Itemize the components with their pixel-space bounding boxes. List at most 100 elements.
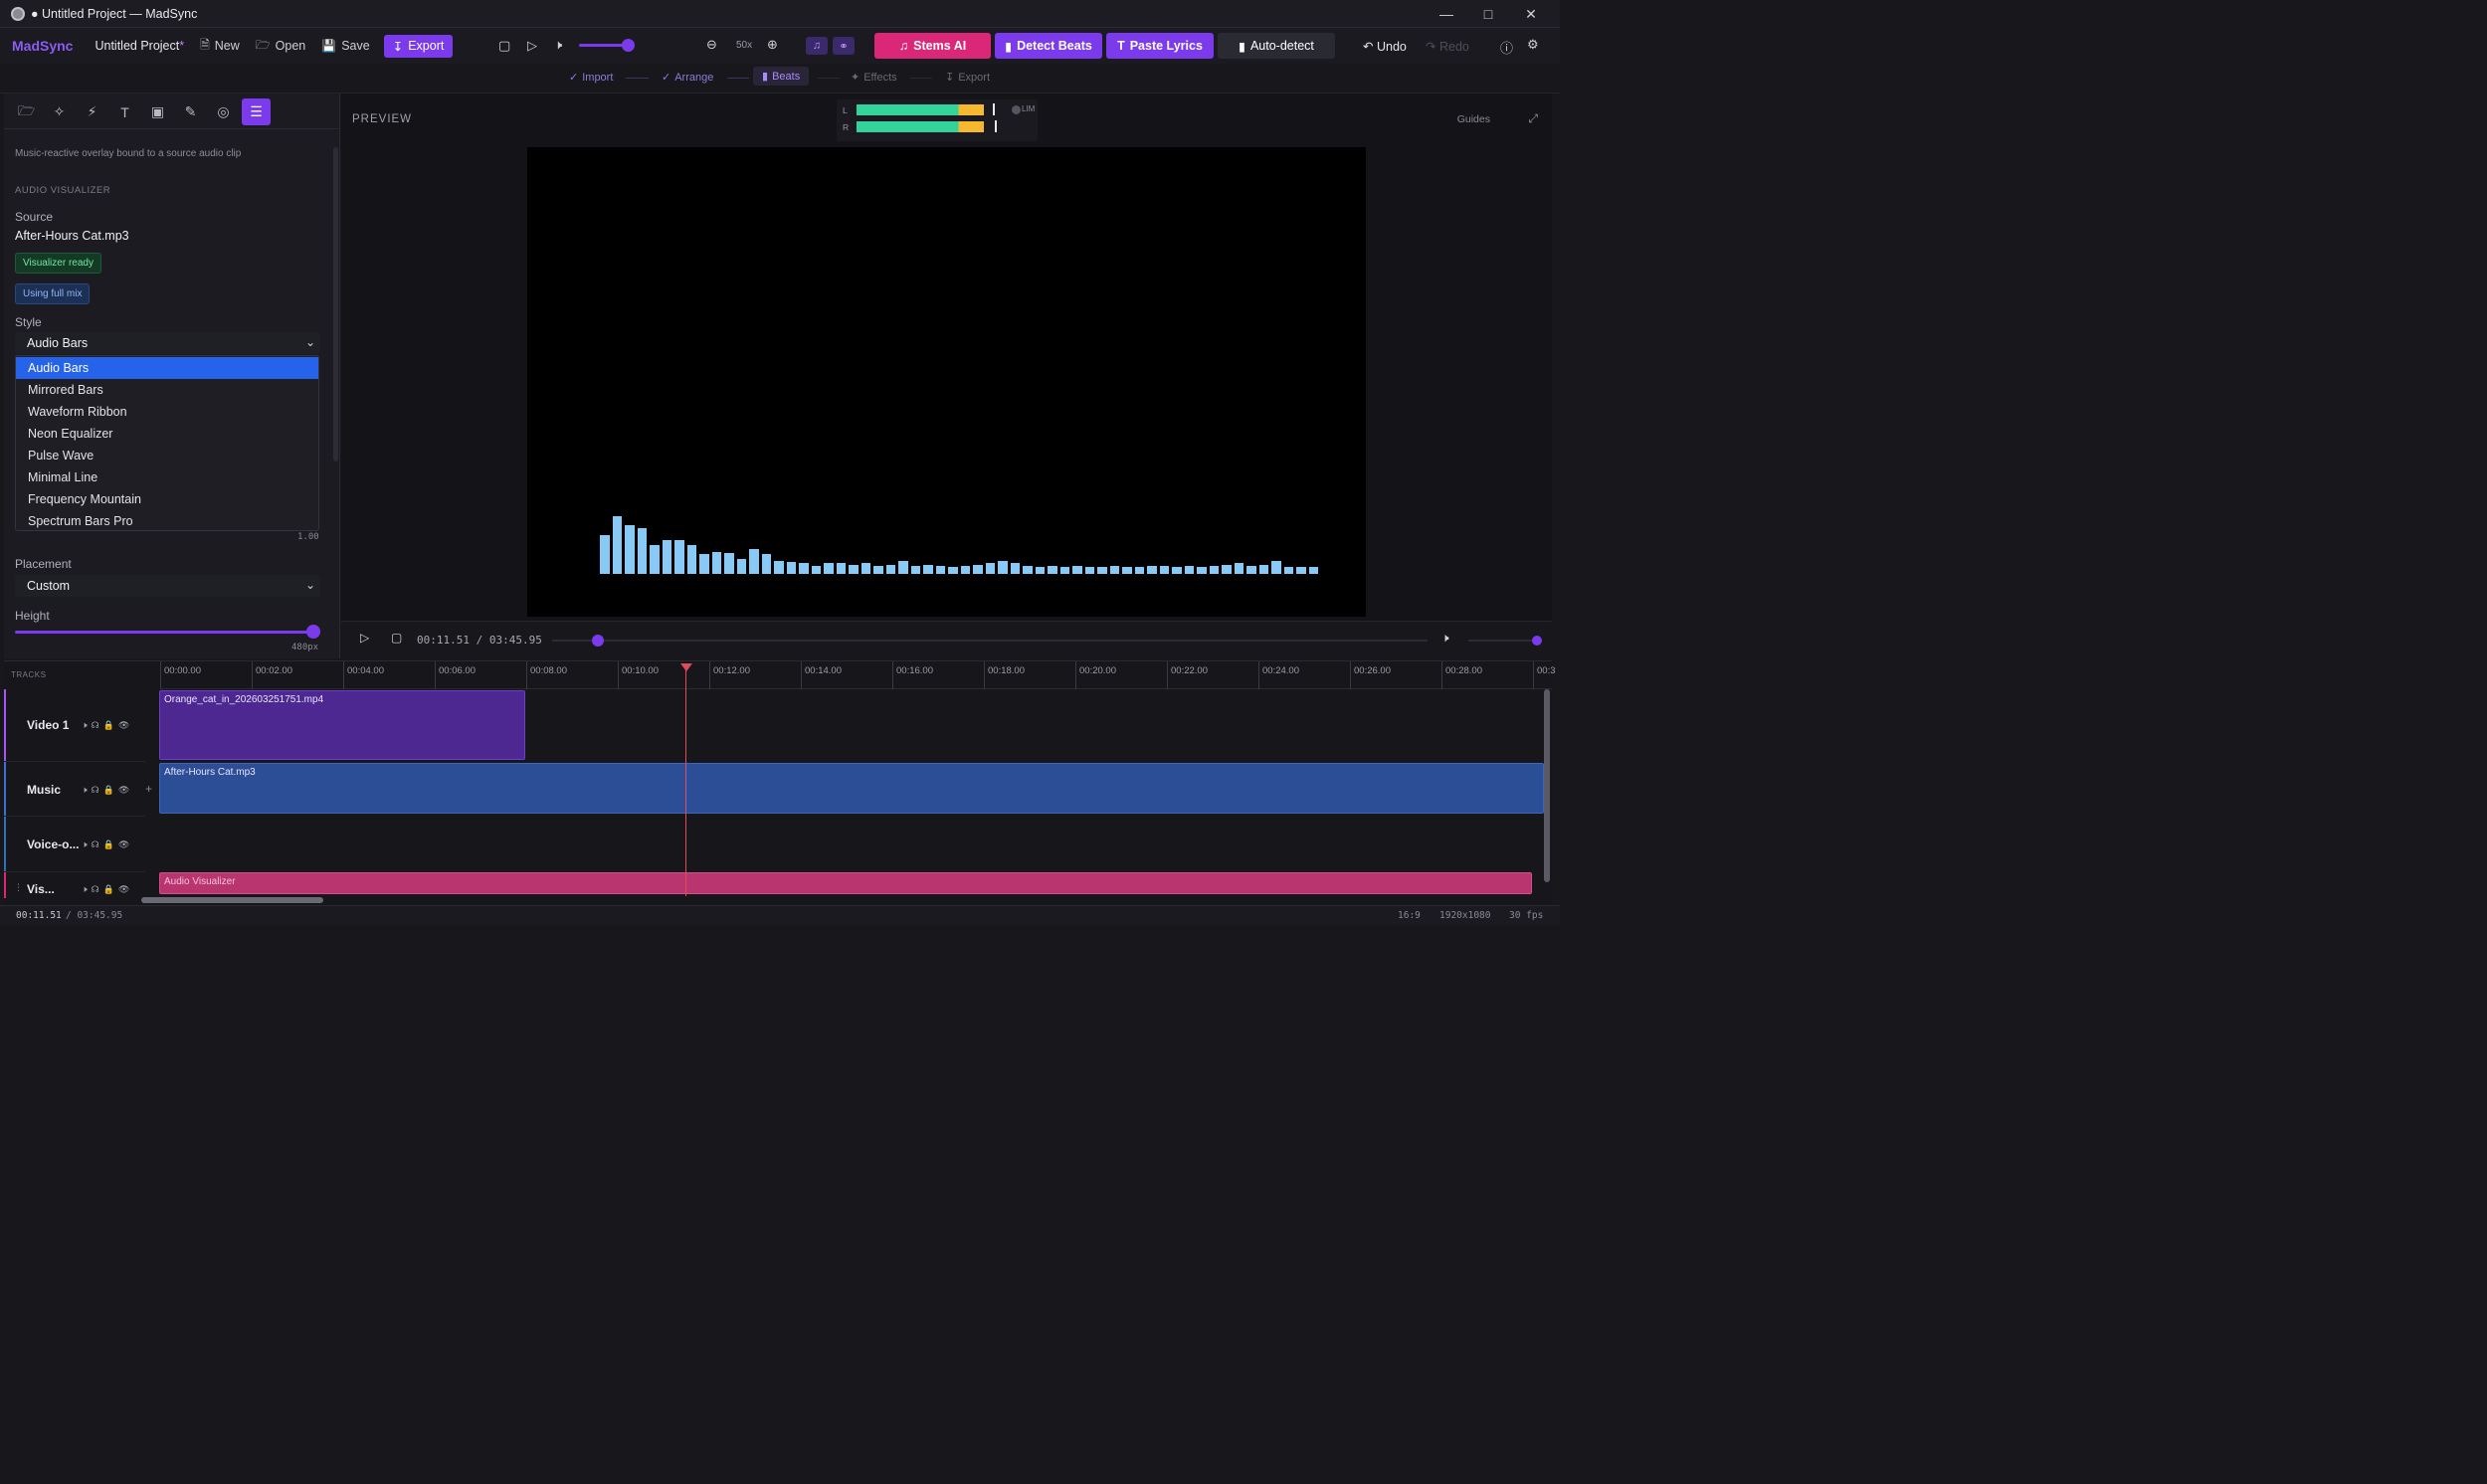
track-tools-icons[interactable]: 🕨☊🔒👁	[82, 884, 133, 895]
step-effects[interactable]: ✦ Effects	[851, 71, 897, 85]
brush-icon[interactable]: ✎	[176, 98, 205, 125]
meter-right-bar	[857, 121, 984, 132]
visualizer-bar	[1147, 566, 1157, 574]
target-icon[interactable]: ◎	[209, 98, 238, 125]
add-icon[interactable]: +	[145, 782, 152, 796]
track-tools-icons[interactable]: 🕨☊🔒👁	[82, 839, 133, 850]
ruler-tick: 00:06.00	[435, 661, 476, 689]
ruler-tick: 00:18.00	[984, 661, 1025, 689]
export-button[interactable]: ↧ Export	[383, 34, 454, 58]
visualizer-bar	[1159, 566, 1169, 574]
waveform-icon: ▮	[762, 71, 769, 83]
status-fps: 30 fps	[1509, 910, 1544, 921]
open-button[interactable]: 🗁 Open	[256, 36, 305, 57]
music-note-toggle-icon[interactable]: ♫	[806, 37, 828, 55]
master-volume-knob[interactable]	[622, 39, 635, 52]
style-option[interactable]: Audio Bars	[16, 357, 318, 379]
playback-scrubber[interactable]	[552, 640, 1428, 642]
style-option[interactable]: Frequency Mountain	[16, 488, 318, 510]
track-header-music[interactable]: Music 🕨☊🔒👁 +	[4, 762, 152, 817]
project-name[interactable]: Untitled Project*	[95, 39, 184, 53]
image-icon[interactable]: ▣	[143, 98, 172, 125]
volume-icon[interactable]: 🕨	[554, 37, 562, 53]
stems-ai-button[interactable]: ♫ Stems AI	[874, 33, 991, 59]
timeline-vertical-scrollbar[interactable]	[1544, 689, 1550, 882]
preview-volume-slider[interactable]	[1468, 640, 1538, 642]
style-option[interactable]: Mirrored Bars	[16, 379, 318, 401]
ruler-tick: 00:02.00	[252, 661, 292, 689]
volume-icon[interactable]: 🕨	[1441, 631, 1449, 646]
style-select[interactable]: Audio Bars ⌄	[15, 332, 320, 354]
lightning-icon[interactable]: ⚡	[78, 98, 106, 125]
zoom-in-icon[interactable]: ⊕	[767, 37, 778, 53]
track-header-voiceover[interactable]: Voice-o... 🕨☊🔒👁	[4, 817, 145, 872]
play-icon[interactable]: ▷	[527, 38, 537, 54]
status-total: / 03:45.95	[66, 910, 123, 921]
step-arrange[interactable]: ✓ Arrange	[662, 71, 713, 85]
settings-icon[interactable]: ⚙	[1527, 37, 1539, 53]
track-header-visualizer[interactable]: ⋮ Vis... 🕨☊🔒👁	[4, 872, 145, 898]
step-divider	[626, 78, 649, 79]
style-option[interactable]: Spectrum Bars Pro	[16, 510, 318, 530]
drag-handle-icon[interactable]: ⋮	[14, 882, 23, 893]
track-tools-icons[interactable]: 🕨☊🔒👁	[82, 785, 133, 796]
visualizer-bar	[1023, 566, 1033, 574]
fullscreen-icon[interactable]: ⤢	[1528, 111, 1538, 126]
visualizer-bar	[1134, 567, 1144, 574]
step-import[interactable]: ✓ Import	[569, 71, 613, 85]
ruler-tick-label: 00:18.00	[988, 665, 1025, 676]
visualizer-bar	[612, 516, 622, 574]
minimize-icon[interactable]: —	[1425, 0, 1468, 28]
visualizer-bar	[736, 559, 746, 574]
visualizer-clip[interactable]: Audio Visualizer	[159, 872, 1532, 894]
track-header-video[interactable]: Video 1 🕨☊🔒👁	[4, 689, 145, 762]
visualizer-bar	[811, 566, 821, 574]
media-folder-icon[interactable]: 🗁	[12, 98, 41, 125]
visualizer-bar	[724, 553, 734, 574]
style-option[interactable]: Neon Equalizer	[16, 423, 318, 445]
video-clip[interactable]: Orange_cat_in_202603251751.mp4	[159, 690, 525, 760]
redo-button[interactable]: ↷ Redo	[1426, 39, 1469, 54]
zoom-out-icon[interactable]: ⊖	[706, 37, 717, 53]
save-button[interactable]: 💾 Save	[321, 39, 369, 53]
style-option[interactable]: Minimal Line	[16, 466, 318, 488]
visualizer-bar	[799, 563, 809, 574]
visualizer-bar	[960, 566, 970, 574]
music-clip[interactable]: After-Hours Cat.mp3	[159, 763, 1544, 814]
snap-toggle-icon[interactable]: ⚭	[833, 37, 855, 55]
guides-button[interactable]: Guides	[1457, 113, 1490, 125]
preview-volume-knob[interactable]	[1532, 636, 1542, 646]
scrubber-knob[interactable]	[591, 635, 604, 647]
paste-lyrics-button[interactable]: T Paste Lyrics	[1106, 33, 1214, 59]
undo-button[interactable]: ↶ Undo	[1363, 39, 1407, 54]
play-icon[interactable]: ▷	[360, 631, 369, 645]
close-icon[interactable]: ✕	[1509, 0, 1553, 28]
stop-icon[interactable]: ▢	[498, 38, 510, 54]
height-slider-knob[interactable]	[306, 625, 320, 639]
undo-icon: ↶	[1363, 40, 1374, 54]
style-option[interactable]: Pulse Wave	[16, 445, 318, 466]
help-icon[interactable]: ⓘ	[1500, 38, 1513, 57]
height-slider[interactable]	[15, 631, 313, 634]
playhead-handle-icon[interactable]	[680, 663, 692, 671]
time-ruler[interactable]: 00:00.00 00:02.00 00:04.00 00:06.00 00:08.00…	[160, 661, 1556, 689]
timeline-horizontal-scrollbar[interactable]	[141, 897, 323, 903]
placement-select[interactable]: Custom ⌄	[15, 575, 320, 597]
maximize-icon[interactable]: □	[1466, 0, 1510, 28]
step-export[interactable]: ↧ Export	[945, 71, 990, 85]
auto-detect-button[interactable]: ▮ Auto-detect	[1218, 33, 1335, 59]
sliders-icon[interactable]: ☰	[242, 98, 271, 125]
track-tools-icons[interactable]: 🕨☊🔒👁	[82, 720, 133, 731]
effects-sparkle-icon[interactable]: ✧	[45, 98, 74, 125]
new-button[interactable]: 🗎 New	[200, 36, 240, 57]
text-tool-icon[interactable]: T	[110, 98, 139, 125]
status-badge: Visualizer ready	[15, 253, 101, 274]
style-option[interactable]: Waveform Ribbon	[16, 401, 318, 423]
detect-beats-button[interactable]: ▮ Detect Beats	[995, 33, 1102, 59]
playhead[interactable]	[685, 667, 686, 896]
step-beats[interactable]: ▮ Beats	[753, 67, 810, 86]
height-label: Height	[15, 609, 50, 623]
panel-scrollbar[interactable]	[333, 147, 338, 462]
stop-icon[interactable]: ▢	[391, 631, 402, 645]
visualizer-bar	[1010, 563, 1020, 574]
